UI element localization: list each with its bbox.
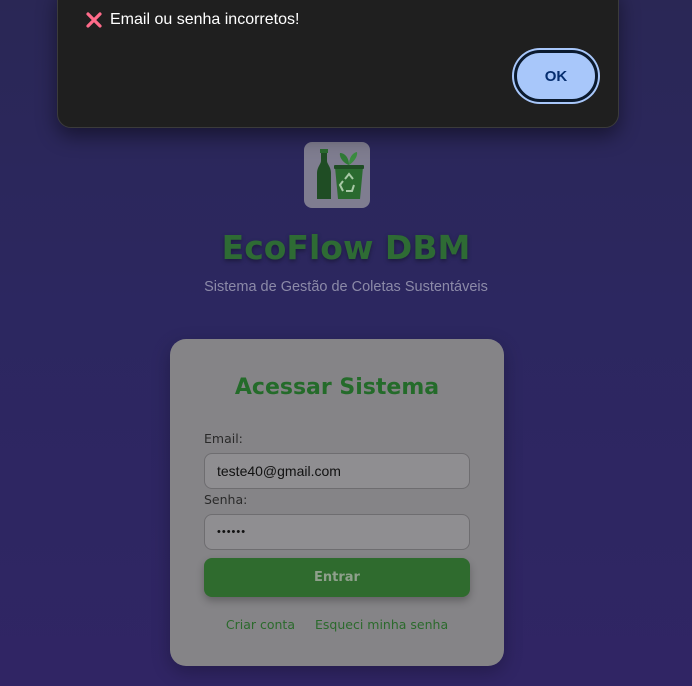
forgot-password-link[interactable]: Esqueci minha senha: [315, 617, 448, 632]
brand-title: EcoFlow DBM: [221, 228, 471, 267]
login-button[interactable]: Entrar: [204, 558, 470, 597]
logo: [304, 142, 370, 208]
email-field[interactable]: teste40@gmail.com: [204, 453, 470, 489]
ok-button[interactable]: OK: [514, 50, 598, 102]
password-value: ••••••: [217, 526, 247, 538]
password-label: Senha:: [204, 492, 248, 507]
email-value: teste40@gmail.com: [217, 463, 341, 479]
login-card: Acessar Sistema Email: teste40@gmail.com…: [170, 339, 504, 666]
password-field[interactable]: ••••••: [204, 514, 470, 550]
alert-dialog: Email ou senha incorretos! OK: [57, 0, 619, 128]
alert-message: Email ou senha incorretos!: [85, 11, 299, 29]
email-label: Email:: [204, 431, 243, 446]
close-icon: [86, 12, 102, 28]
login-title: Acessar Sistema: [234, 375, 440, 400]
brand-tagline: Sistema de Gestão de Coletas Sustentávei…: [204, 279, 488, 295]
auth-links: Criar conta Esqueci minha senha: [170, 617, 504, 632]
create-account-link[interactable]: Criar conta: [226, 617, 295, 632]
alert-text: Email ou senha incorretos!: [110, 11, 300, 28]
recycle-bottle-icon: [317, 149, 364, 199]
